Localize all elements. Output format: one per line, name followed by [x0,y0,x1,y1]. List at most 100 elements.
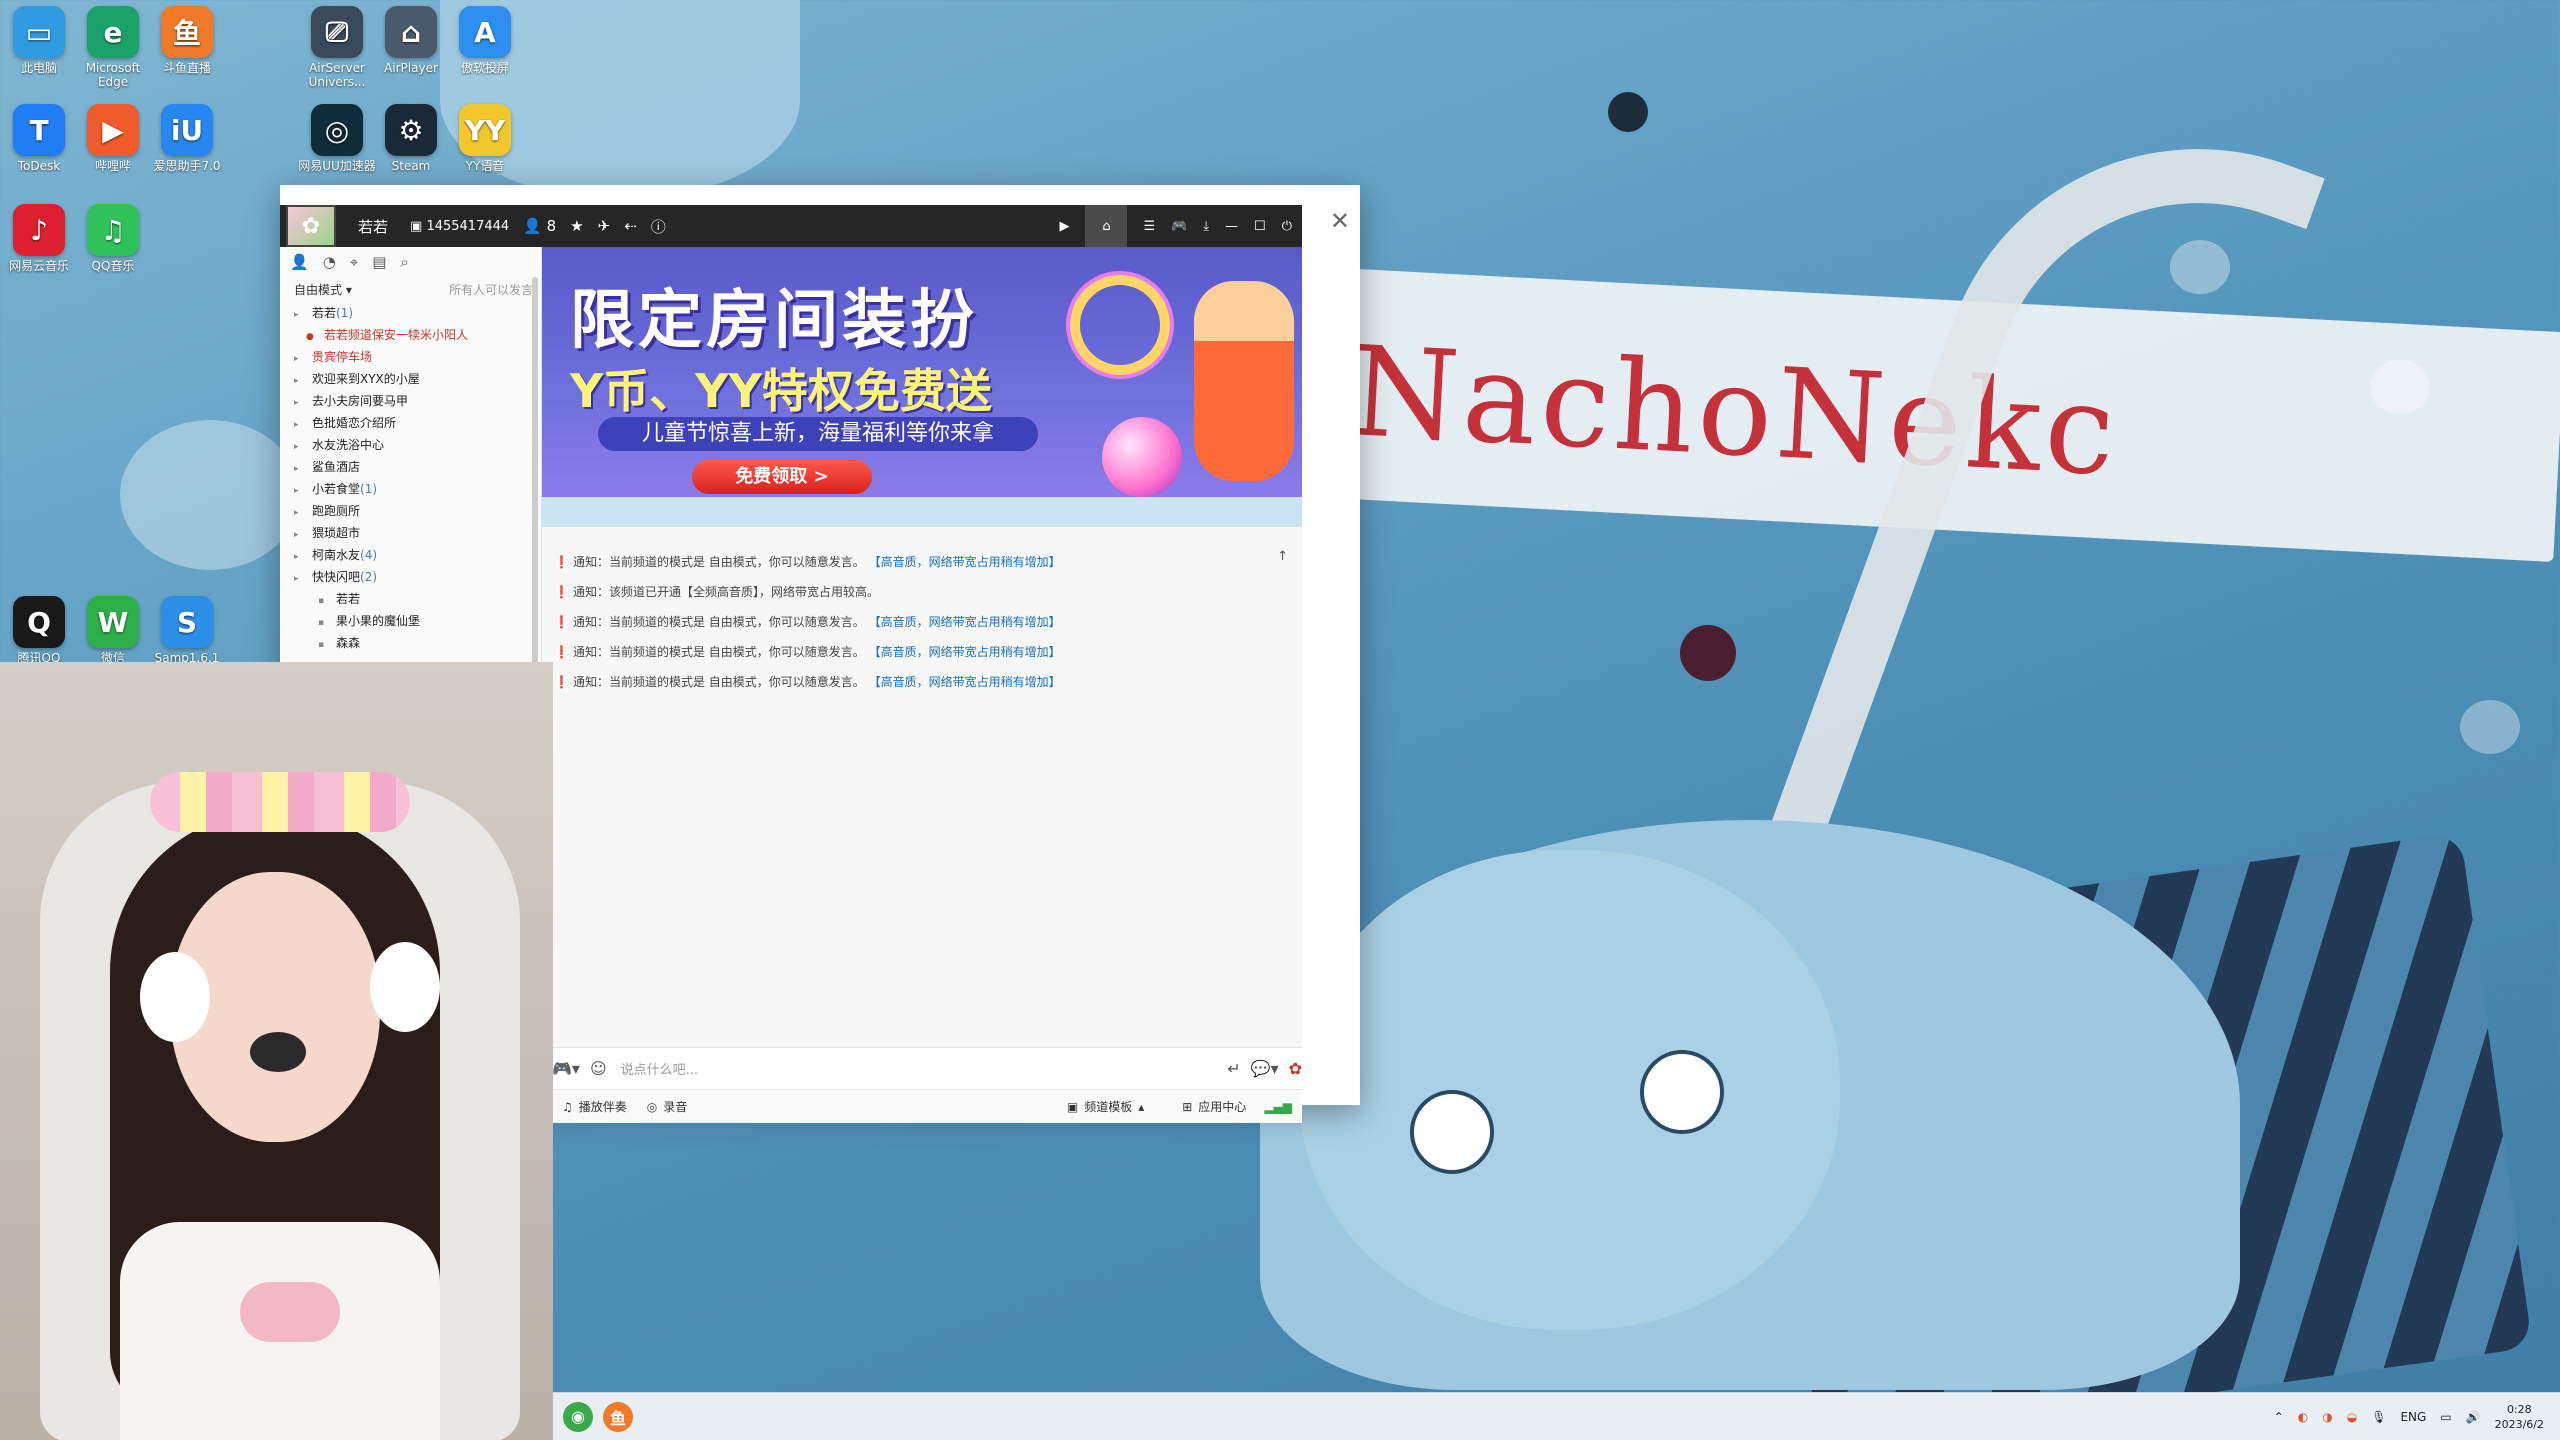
transfer-icon[interactable]: ✈ [598,217,611,235]
clock[interactable]: 0:28 2023/6/2 [2495,1402,2544,1432]
mode-select[interactable]: 自由模式 ▾ [294,281,352,298]
channel-label: 跑跑厕所 [312,504,361,518]
share-icon[interactable]: ⇠ [624,217,637,235]
desktop-icon[interactable]: 鱼斗鱼直播 [148,6,226,75]
tray-app-icon-2[interactable]: ◑ [2322,1410,2332,1424]
channel-tree-item[interactable]: ● 若若频道保安一犊米小阳人 [280,324,541,346]
promo-banner[interactable]: 限定房间装扮 Y币、YY特权免费送 儿童节惊喜上新，海量福利等你来拿 免费领取 … [542,247,1302,497]
info-icon[interactable]: ⓘ [651,216,666,237]
yy-title-bar[interactable]: ✿ 若若 ▣ 1455417444 👤 8 ★ ✈ ⇠ ⓘ ▶ ⌂ ☰ 🎮 ⤓ … [280,205,1302,247]
tray-app-icon[interactable]: ◐ [2298,1410,2308,1424]
mic-icon[interactable]: 🎙 [2371,1410,2386,1424]
channel-tree-item[interactable]: ▸ 跑跑厕所 [280,500,541,522]
desktop-icon[interactable]: ♫ QQ音乐 [74,204,152,273]
promo-subtitle: Y币、YY特权免费送 [570,364,992,418]
channel-label: 猥琐超市 [312,526,361,540]
channel-tree-item[interactable]: ▪ 森森 [280,632,541,654]
channel-tree-item[interactable]: ▸ 去小夫房间要马甲 [280,390,541,412]
channel-tree-item[interactable]: ▸ 欢迎来到XYX的小屋 [280,368,541,390]
promo-claim-button[interactable]: 免费领取 > [692,460,872,494]
taskbar-yy-icon[interactable]: 鱼 [603,1401,633,1432]
channel-tree-item[interactable]: ▪ 若若 [280,588,541,610]
desktop-icon[interactable]: ◎ 网易UU加速器 [298,104,376,173]
maximize-icon[interactable]: ☐ [1254,219,1266,234]
search-icon[interactable]: ⌕ [400,253,408,271]
taskbar-app-icon[interactable]: ◉ [563,1401,593,1432]
gift-icon[interactable]: ✿ [1289,1059,1302,1078]
channel-tree-item[interactable]: ▸ 小若食堂(1) [280,478,541,500]
emoji-icon[interactable]: ☺ [590,1059,607,1078]
user-icon[interactable]: 👤 [290,253,309,271]
channel-tree-item[interactable]: ▸ 柯南水友(4) [280,544,541,566]
channel-tree-item[interactable]: ▸ 猥琐超市 [280,522,541,544]
channel-label: 欢迎来到XYX的小屋 [312,372,420,386]
desktop-icon[interactable]: iU 爱思助手7.0 [148,104,226,173]
close-icon[interactable]: ✕ [1330,207,1350,235]
video-icon[interactable]: ▶ [1059,219,1069,234]
home-icon[interactable]: ⌂ [1085,205,1128,247]
enter-icon[interactable]: ↵ [1227,1059,1240,1078]
message-icon[interactable]: 💬▾ [1251,1059,1279,1078]
desktop-icon-label: YY语音 [465,159,505,173]
channel-tree-item[interactable]: ▸ 鲨鱼酒店 [280,456,541,478]
desktop-icon[interactable]: T ToDesk [0,104,78,173]
channel-tree-item[interactable]: ▸ 水友洗浴中心 [280,434,541,456]
desktop-icon[interactable]: Q 腾讯QQ [0,596,78,665]
channel-tree-item[interactable]: ▪ 果小果的魔仙堡 [280,610,541,632]
network-icon[interactable]: ▭ [2440,1410,2451,1424]
channel-avatar[interactable]: ✿ [286,205,336,247]
list-icon[interactable]: ☰ [1143,219,1155,234]
volume-icon[interactable]: 🔊 [2466,1410,2481,1424]
channel-tree-item[interactable]: ▸ 贵宾停车场 [280,346,541,368]
desktop-icon[interactable]: YY YY语音 [446,104,524,173]
desktop-icon[interactable]: W 微信 [74,596,152,665]
minimize-icon[interactable]: — [1225,219,1238,234]
download-icon[interactable]: ⤓ [1203,219,1209,234]
tray-expand-icon[interactable]: ⌃ [2274,1410,2284,1424]
notice-text: 通知：该频道已开通【全频高音质】，网络带宽占用较高。 [572,585,879,599]
desktop-icon[interactable]: ⎚ AirServer Univers... [298,6,376,89]
gamepad-icon[interactable]: 🎮▾ [552,1059,580,1078]
channel-tree-item[interactable]: ▸ 色批婚恋介绍所 [280,412,541,434]
app-icon: S [161,596,213,648]
app-icon: ⌂ [385,6,437,58]
board-icon[interactable]: ▤ [372,253,386,271]
app-icon: T [13,104,65,156]
app-icon: W [87,596,139,648]
notice-item: ❗ 通知：当前频道的模式是 自由模式，你可以随意发言。 【高音质，网络带宽占用稍有… [554,547,1294,577]
desktop-icon[interactable]: ▶ 哔哩哔 [74,104,152,173]
chat-icon[interactable]: ◔ [323,253,336,271]
desktop-icon-label: AirServer Univers... [308,61,366,89]
desktop-icon[interactable]: ♪ 网易云音乐 [0,204,78,273]
power-icon[interactable]: ⏻ [1282,219,1292,234]
desktop-icon-label: 网易云音乐 [8,259,69,273]
channel-count: (1) [336,306,354,320]
chat-input-bar[interactable]: 🎮▾ ☺ 说点什么吧... ↵ 💬▾ ✿ 348 [542,1047,1326,1089]
channel-name: 若若 [358,217,389,236]
record-button[interactable]: ◎ 录音 [647,1098,688,1115]
desktop-icon[interactable]: S Samp1.6.1 [148,596,226,665]
game-icon[interactable]: 🎮 [1171,219,1187,234]
notice-hint: 【高音质，网络带宽占用稍有增加】 [868,645,1061,659]
user-count: 👤 8 [523,217,557,235]
channel-content: 限定房间装扮 Y币、YY特权免费送 儿童节惊喜上新，海量福利等你来拿 免费领取 … [542,247,1326,1123]
desktop-icon[interactable]: e Microsoft Edge [74,6,152,89]
notice-text: 通知：当前频道的模式是 自由模式，你可以随意发言。 [572,555,865,569]
app-center-button[interactable]: ⊞ 应用中心 [1182,1098,1246,1115]
tray-app-icon-3[interactable]: ◒ [2347,1410,2357,1424]
channel-count: (1) [360,482,378,496]
desktop-icon[interactable]: ▭ 此电脑 [0,6,78,75]
chat-input[interactable]: 说点什么吧... [621,1059,1218,1078]
sidebar-scrollbar[interactable] [532,277,538,697]
desktop-icon[interactable]: A 傲软投屏 [446,6,524,75]
location-icon[interactable]: ⌖ [350,253,358,271]
channel-template-button[interactable]: ▣ 频道模板 ▴ [1067,1098,1144,1115]
favorite-icon[interactable]: ★ [570,217,583,235]
desktop-icon[interactable]: ⌂ AirPlayer [372,6,450,75]
channel-tree-item[interactable]: ▸ 若若(1) [280,302,541,324]
notice-icon: ❗ [554,675,569,689]
language-indicator[interactable]: ENG [2400,1410,2426,1424]
channel-tree-item[interactable]: ▸ 快快闪吧(2) [280,566,541,588]
play-accompaniment-button[interactable]: ♫ 播放伴奏 [562,1098,627,1115]
desktop-icon[interactable]: ⚙ Steam [372,104,450,173]
